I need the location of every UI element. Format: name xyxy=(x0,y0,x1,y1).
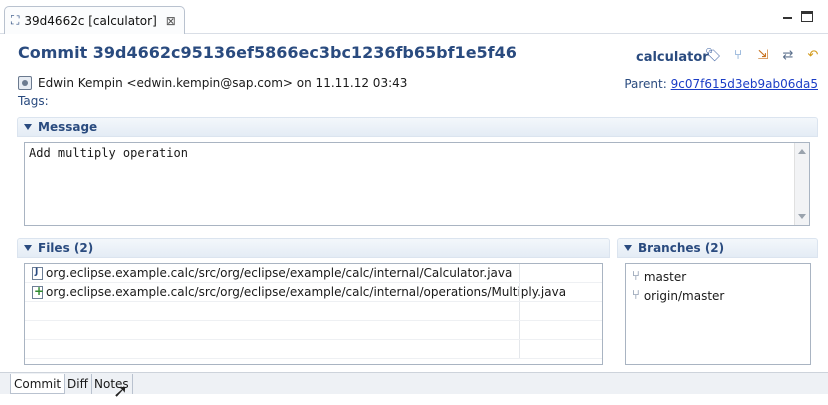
branches-section-header[interactable]: Branches (2) xyxy=(617,238,818,258)
person-icon xyxy=(18,76,32,90)
mouse-cursor-icon: ➚ xyxy=(113,381,129,402)
editor-tab-bar: ⛶ 39d4662c [calculator] ⊠ xyxy=(0,0,828,34)
column-separator xyxy=(519,302,520,320)
column-separator xyxy=(519,321,520,339)
branches-section-title: Branches (2) xyxy=(638,241,725,255)
added-file-icon xyxy=(32,284,44,299)
commit-editor-icon: ⛶ xyxy=(11,13,20,27)
parent-commit-link[interactable]: 9c07f615d3eb9ab06da5 xyxy=(671,77,818,91)
minimize-button[interactable] xyxy=(781,11,795,23)
collapse-triangle-icon xyxy=(24,245,32,251)
parent-label: Parent: xyxy=(624,77,667,91)
message-section-header[interactable]: Message xyxy=(17,117,818,137)
author-row: Edwin Kempin <edwin.kempin@sap.com> on 1… xyxy=(18,76,407,90)
empty-row xyxy=(25,321,602,340)
empty-row xyxy=(25,302,602,321)
branch-item[interactable]: ⑂ master xyxy=(626,267,810,286)
files-section-header[interactable]: Files (2) xyxy=(17,238,610,258)
tags-label: Tags: xyxy=(18,94,49,108)
branch-icon: ⑂ xyxy=(632,269,640,284)
empty-row xyxy=(25,340,602,359)
branch-icon: ⑂ xyxy=(632,288,640,303)
tab-diff[interactable]: Diff xyxy=(64,374,92,394)
java-file-icon xyxy=(32,266,43,280)
create-tag-icon[interactable]: 🏷 xyxy=(704,46,722,64)
branch-item[interactable]: ⑂ origin/master xyxy=(626,286,810,305)
collapse-triangle-icon xyxy=(24,124,32,130)
repository-name: calculator xyxy=(636,50,709,65)
cherry-pick-icon[interactable]: ⇄ xyxy=(779,46,797,64)
parent-info: Parent: 9c07f615d3eb9ab06da5 xyxy=(624,77,818,91)
commit-message: Add multiply operation xyxy=(29,146,188,160)
column-separator xyxy=(519,340,520,358)
column-separator xyxy=(519,264,520,282)
create-branch-icon[interactable]: ⑂ xyxy=(729,46,747,64)
revert-icon[interactable]: ↶ xyxy=(804,46,822,64)
file-name: org.eclipse.example.calc/src/org/eclipse… xyxy=(46,266,513,280)
message-section-title: Message xyxy=(38,120,98,134)
message-scrollbar[interactable] xyxy=(794,143,809,225)
commit-toolbar: 🏷 ⑂ ⇲ ⇄ ↶ xyxy=(704,46,822,64)
checkout-icon[interactable]: ⇲ xyxy=(754,46,772,64)
files-table: org.eclipse.example.calc/src/org/eclipse… xyxy=(24,263,603,365)
editor-tab-label: 39d4662c [calculator] xyxy=(24,13,157,28)
scroll-up-icon[interactable] xyxy=(798,149,806,154)
branches-list: ⑂ master ⑂ origin/master xyxy=(625,263,811,365)
file-row[interactable]: org.eclipse.example.calc/src/org/eclipse… xyxy=(25,264,602,283)
branch-name: master xyxy=(643,269,687,284)
tab-commit[interactable]: Commit xyxy=(10,374,66,394)
file-row[interactable]: org.eclipse.example.calc/src/org/eclipse… xyxy=(25,283,602,302)
close-icon[interactable]: ⊠ xyxy=(166,14,176,28)
scroll-down-icon[interactable] xyxy=(798,214,806,219)
collapse-triangle-icon xyxy=(624,245,632,251)
files-section-title: Files (2) xyxy=(38,241,94,255)
maximize-button[interactable] xyxy=(801,11,813,22)
message-text-area[interactable]: Add multiply operation xyxy=(24,142,810,226)
file-name: org.eclipse.example.calc/src/org/eclipse… xyxy=(46,285,567,299)
author-info: Edwin Kempin <edwin.kempin@sap.com> on 1… xyxy=(38,76,408,90)
column-separator xyxy=(519,283,520,301)
branch-name: origin/master xyxy=(643,288,725,303)
editor-tab-commit[interactable]: ⛶ 39d4662c [calculator] ⊠ xyxy=(4,6,185,34)
commit-title: Commit 39d4662c95136ef5866ec3bc1236fb65b… xyxy=(18,43,517,62)
